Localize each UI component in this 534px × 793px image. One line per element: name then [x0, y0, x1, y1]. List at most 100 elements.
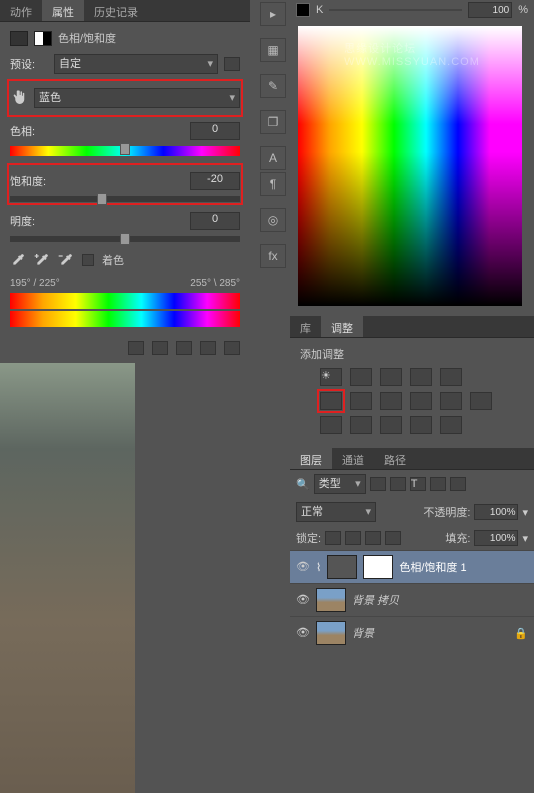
tab-history[interactable]: 历史记录: [84, 0, 148, 21]
preset-menu-icon[interactable]: [224, 57, 240, 71]
layer-item[interactable]: 👁 背景 🔒: [290, 616, 534, 649]
preset-label: 预设:: [10, 56, 48, 72]
tab-properties[interactable]: 属性: [42, 0, 84, 21]
hue-label: 色相:: [10, 123, 48, 139]
layer-thumb: [316, 621, 346, 645]
curves-icon[interactable]: [380, 368, 402, 386]
navigator-icon[interactable]: ◎: [260, 208, 286, 232]
filter-pixel-icon[interactable]: [370, 477, 386, 491]
brush-icon[interactable]: ✎: [260, 74, 286, 98]
tab-channels[interactable]: 通道: [332, 448, 374, 469]
selective-color-icon[interactable]: [440, 416, 462, 434]
range-right: 255° \ 285°: [190, 278, 240, 289]
visibility-icon[interactable]: 👁: [296, 593, 310, 607]
blend-mode-select[interactable]: 正常: [296, 502, 376, 522]
posterize-icon[interactable]: [350, 416, 372, 434]
channel-mixer-icon[interactable]: [440, 392, 462, 410]
lock-transparent-icon[interactable]: [325, 531, 341, 545]
tab-paths[interactable]: 路径: [374, 448, 416, 469]
canvas-preview: [0, 363, 135, 793]
exposure-icon[interactable]: [410, 368, 432, 386]
vibrance-icon[interactable]: [440, 368, 462, 386]
layer-thumb-adj: [327, 555, 357, 579]
styles-icon[interactable]: fx: [260, 244, 286, 268]
tab-adjustments[interactable]: 调整: [321, 316, 363, 337]
visibility-icon[interactable]: 👁: [296, 626, 310, 640]
layers-tabs: 图层 通道 路径: [290, 448, 534, 470]
layers-icon[interactable]: ❐: [260, 110, 286, 134]
layer-item[interactable]: 👁 背景 拷贝: [290, 583, 534, 616]
eyedropper-icon[interactable]: [10, 252, 26, 268]
photo-filter-icon[interactable]: [410, 392, 432, 410]
toggle-visibility-icon[interactable]: [200, 341, 216, 355]
channel-select[interactable]: 蓝色: [34, 88, 240, 108]
adjust-tabs: 库 调整: [290, 316, 534, 338]
left-tabs: 动作 属性 历史记录: [0, 0, 250, 22]
opacity-chevron-icon[interactable]: ▾: [522, 506, 528, 519]
layer-mask-thumb[interactable]: [363, 555, 393, 579]
tab-actions[interactable]: 动作: [0, 0, 42, 21]
link-icon[interactable]: ⌇: [316, 561, 321, 574]
filter-adjust-icon[interactable]: [390, 477, 406, 491]
layer-name[interactable]: 背景: [352, 625, 374, 641]
bw-icon[interactable]: [380, 392, 402, 410]
trash-icon[interactable]: [224, 341, 240, 355]
gradient-map-icon[interactable]: [410, 416, 432, 434]
layer-item[interactable]: 👁 ⌇ 色相/饱和度 1: [290, 550, 534, 583]
color-lookup-icon[interactable]: [470, 392, 492, 410]
color-picker[interactable]: [298, 26, 522, 306]
hue-input[interactable]: 0: [190, 122, 240, 140]
lock-pixels-icon[interactable]: [345, 531, 361, 545]
mask-icon: [34, 31, 52, 46]
lock-all-icon[interactable]: [385, 531, 401, 545]
eyedropper-minus-icon[interactable]: [58, 252, 74, 268]
spectrum-top[interactable]: [10, 293, 240, 309]
fill-label: 填充:: [445, 530, 470, 546]
lock-label: 锁定:: [296, 530, 321, 546]
fill-value[interactable]: 100%: [474, 530, 518, 546]
filter-shape-icon[interactable]: [430, 477, 446, 491]
eyedropper-plus-icon[interactable]: [34, 252, 50, 268]
threshold-icon[interactable]: [380, 416, 402, 434]
brightness-contrast-icon[interactable]: ☀: [320, 368, 342, 386]
k-unit: %: [518, 4, 528, 16]
layer-filter-select[interactable]: 类型: [314, 474, 366, 494]
opacity-label: 不透明度:: [423, 504, 470, 520]
saturation-label: 饱和度:: [10, 173, 48, 189]
spectrum-bottom[interactable]: [10, 311, 240, 327]
filter-smart-icon[interactable]: [450, 477, 466, 491]
saturation-input[interactable]: -20: [190, 172, 240, 190]
tab-layers[interactable]: 图层: [290, 448, 332, 469]
view-previous-icon[interactable]: [152, 341, 168, 355]
lightness-label: 明度:: [10, 213, 48, 229]
preset-select[interactable]: 自定: [54, 54, 218, 74]
opacity-value[interactable]: 100%: [474, 504, 518, 520]
fill-chevron-icon[interactable]: ▾: [522, 532, 528, 545]
colorize-label: 着色: [102, 252, 124, 268]
hue-saturation-icon[interactable]: [320, 392, 342, 410]
levels-icon[interactable]: [350, 368, 372, 386]
tab-library[interactable]: 库: [290, 316, 321, 337]
character-icon[interactable]: A: [260, 146, 286, 170]
k-label: K: [316, 4, 323, 16]
saturation-slider[interactable]: [10, 196, 240, 202]
hue-slider[interactable]: [10, 146, 240, 156]
lightness-slider[interactable]: [10, 236, 240, 242]
filter-type-icon[interactable]: T: [410, 477, 426, 491]
layer-name[interactable]: 背景 拷贝: [352, 592, 399, 608]
layer-name[interactable]: 色相/饱和度 1: [399, 559, 466, 575]
k-value[interactable]: 100: [468, 2, 512, 18]
targeted-adjust-icon[interactable]: [10, 89, 28, 107]
clip-to-layer-icon[interactable]: [128, 341, 144, 355]
reset-icon[interactable]: [176, 341, 192, 355]
lock-icon: 🔒: [514, 627, 528, 640]
lightness-input[interactable]: 0: [190, 212, 240, 230]
lock-position-icon[interactable]: [365, 531, 381, 545]
visibility-icon[interactable]: 👁: [296, 560, 310, 574]
colorize-checkbox[interactable]: [82, 254, 94, 266]
color-balance-icon[interactable]: [350, 392, 372, 410]
collapse-panel-icon[interactable]: ▸: [260, 2, 286, 26]
invert-icon[interactable]: [320, 416, 342, 434]
paragraph-icon[interactable]: ¶: [260, 172, 286, 196]
swatches-icon[interactable]: ▦: [260, 38, 286, 62]
